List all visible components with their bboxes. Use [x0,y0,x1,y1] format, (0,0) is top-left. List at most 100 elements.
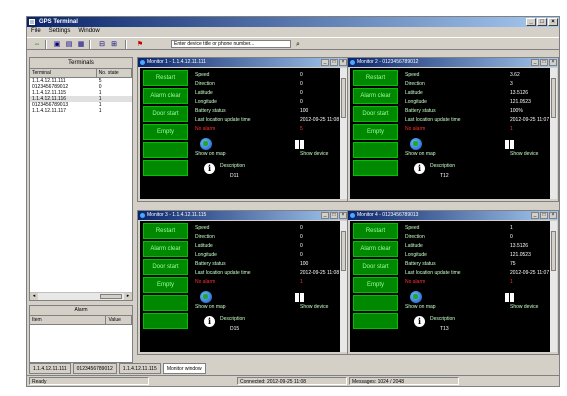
monitor-command-button[interactable] [143,160,188,176]
globe-icon[interactable] [200,138,212,150]
monitor-command-button[interactable] [353,295,398,311]
minimize-button[interactable]: _ [526,18,536,26]
monitor-maximize-button[interactable]: □ [540,59,548,66]
monitor-command-button[interactable] [353,160,398,176]
layout-vertical-icon[interactable]: ⊞ [109,40,119,49]
col-state[interactable]: No. state [97,69,132,77]
book-icon[interactable] [295,140,305,149]
show-on-map-link[interactable]: Show on map [405,151,436,158]
monitor-maximize-button[interactable]: □ [330,59,338,66]
info-icon[interactable]: i [204,163,215,174]
monitor-command-button[interactable]: Alarm clear [353,88,398,104]
close-button[interactable]: × [548,18,558,26]
show-device-link[interactable]: Show device [510,151,538,158]
book-icon[interactable] [505,140,515,149]
monitor-field: Last location update time 2012-09-25 11:0… [405,270,555,277]
show-device-link[interactable]: Show device [510,304,538,311]
show-device-link[interactable]: Show device [300,304,328,311]
terminals-hscroll[interactable]: ◂ ▸ [30,292,132,300]
window-cascade-icon[interactable]: ▣ [52,40,62,49]
field-value: 13.5126 [510,90,529,96]
monitor-scrollbar[interactable] [550,221,557,352]
globe-icon[interactable] [410,291,422,303]
monitor-scrollbar[interactable] [340,221,347,352]
monitor-command-button[interactable]: Alarm clear [143,88,188,104]
table-row[interactable]: 1.1.4.12.11.117 1 [30,108,132,114]
info-icon[interactable]: i [414,163,425,174]
field-value: 0 [300,90,303,96]
info-icon[interactable]: i [414,316,425,327]
monitor-minimize-button[interactable]: _ [531,212,539,219]
tab-3[interactable]: 1.1.4.12.11.115 [118,363,161,374]
monitor-command-button[interactable] [143,142,188,158]
maximize-button[interactable]: □ [537,18,547,26]
field-label: Latitude [405,243,423,249]
monitor-close-button[interactable]: × [339,212,347,219]
alarm-label[interactable]: No alarm [405,126,425,133]
book-icon[interactable] [295,293,305,302]
col-value[interactable]: Value [106,316,132,324]
monitor-close-button[interactable]: × [549,212,557,219]
menu-window[interactable]: Window [78,27,99,36]
show-on-map-link[interactable]: Show on map [405,304,436,311]
tab-2[interactable]: 0123456789012 [72,363,117,374]
monitor-command-button[interactable]: Door start [353,106,398,122]
col-item[interactable]: Item [30,316,107,324]
alarm-label[interactable]: No alarm [405,279,425,286]
show-on-map-link[interactable]: Show on map [195,304,226,311]
globe-icon[interactable] [410,138,422,150]
monitor-command-button[interactable]: Empty [143,124,188,140]
monitor-maximize-button[interactable]: □ [540,212,548,219]
window-tile-icon[interactable]: ▤ [64,40,74,49]
monitor-minimize-button[interactable]: _ [321,212,329,219]
monitor-close-button[interactable]: × [549,59,557,66]
monitor-close-button[interactable]: × [339,59,347,66]
device-search-input[interactable]: Enter device title or phone number... [171,40,291,48]
menu-file[interactable]: File [31,27,41,36]
alarm-label[interactable]: No alarm [195,126,215,133]
monitor-maximize-button[interactable]: □ [330,212,338,219]
show-device-link[interactable]: Show device [300,151,328,158]
monitor-command-button[interactable]: Door start [143,259,188,275]
monitor-command-button[interactable]: Empty [353,124,398,140]
book-icon[interactable] [505,293,515,302]
layout-horizontal-icon[interactable]: ⊟ [97,40,107,49]
monitor-command-button[interactable]: Restart [353,223,398,239]
binoculars-icon[interactable]: ⌕ [293,40,303,49]
monitor-command-button[interactable]: Restart [143,70,188,86]
monitor-command-button[interactable]: Restart [143,223,188,239]
monitor-command-button[interactable]: Empty [353,277,398,293]
monitor-command-button[interactable]: Alarm clear [143,241,188,257]
col-terminal[interactable]: Terminal [30,69,97,77]
alarm-label[interactable]: No alarm [195,279,215,286]
show-on-map-link[interactable]: Show on map [195,151,226,158]
monitor-command-button[interactable]: Restart [353,70,398,86]
flag-icon[interactable]: ⚑ [135,40,145,49]
monitor-command-button[interactable] [353,313,398,329]
monitor-command-button[interactable] [143,295,188,311]
globe-icon[interactable] [200,291,212,303]
monitor-scrollbar[interactable] [550,68,557,199]
monitor-minimize-button[interactable]: _ [321,59,329,66]
tab-4[interactable]: Monitor window [162,363,206,374]
tab-1[interactable]: 1.1.4.12.11.111 [29,363,71,374]
menu-settings[interactable]: Settings [49,27,71,36]
info-icon[interactable]: i [204,316,215,327]
connect-icon[interactable]: ⇔ [32,40,42,49]
monitor-scrollbar[interactable] [340,68,347,199]
monitor-minimize-button[interactable]: _ [531,59,539,66]
monitor-command-button[interactable]: Door start [353,259,398,275]
monitor-command-button[interactable]: Alarm clear [353,241,398,257]
monitor-command-button[interactable]: Empty [143,277,188,293]
monitor-field: Speed 3.62 [405,72,555,79]
monitor-command-button[interactable] [143,313,188,329]
status-bar: Ready Connected: 2012-09-25 11:08 Messag… [27,375,559,386]
field-label: Longitude [195,99,217,105]
field-label: Direction [195,234,215,240]
monitor-command-button[interactable] [353,142,398,158]
window-grid-icon[interactable]: ▦ [76,40,86,49]
monitor-command-button[interactable]: Door start [143,106,188,122]
monitor-field: Longitude 0 [195,99,345,106]
field-label: Battery status [195,108,226,114]
field-value: 100 [300,108,309,114]
